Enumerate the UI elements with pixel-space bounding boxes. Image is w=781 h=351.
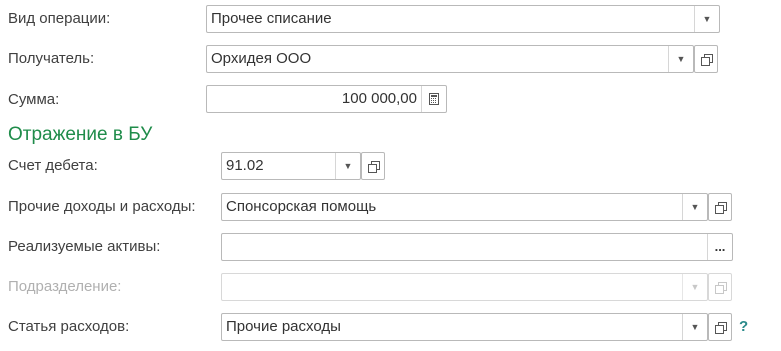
open-form-icon xyxy=(714,281,727,294)
chevron-down-icon: ▼ xyxy=(690,202,700,212)
chevron-down-icon: ▼ xyxy=(702,14,712,24)
open-form-icon xyxy=(367,160,380,173)
recipient-field[interactable]: Орхидея ООО ▼ xyxy=(206,45,694,73)
debit-account-label: Счет дебета: xyxy=(8,157,98,174)
recipient-open-button[interactable] xyxy=(694,45,718,73)
calculator-icon xyxy=(429,93,439,105)
division-dropdown-button: ▼ xyxy=(682,274,707,300)
open-form-icon xyxy=(714,201,727,214)
division-open-button xyxy=(708,273,732,301)
other-income-expenses-open-button[interactable] xyxy=(708,193,732,221)
expense-item-open-button[interactable] xyxy=(708,313,732,341)
division-field: ▼ xyxy=(221,273,708,301)
recipient-dropdown-button[interactable]: ▼ xyxy=(668,46,693,72)
operation-type-dropdown-button[interactable]: ▼ xyxy=(694,6,719,32)
other-income-expenses-dropdown-button[interactable]: ▼ xyxy=(682,194,707,220)
amount-field[interactable]: 100 000,00 xyxy=(206,85,447,113)
help-icon[interactable]: ? xyxy=(739,318,748,336)
division-label: Подразделение: xyxy=(8,278,122,295)
division-value xyxy=(222,274,682,300)
realized-assets-field[interactable]: ... xyxy=(221,233,733,261)
amount-calculator-button[interactable] xyxy=(421,86,446,112)
open-form-icon xyxy=(700,53,713,66)
recipient-value[interactable]: Орхидея ООО xyxy=(207,46,668,72)
chevron-down-icon: ▼ xyxy=(690,322,700,332)
debit-account-value[interactable]: 91.02 xyxy=(222,153,335,179)
open-form-icon xyxy=(714,321,727,334)
debit-account-dropdown-button[interactable]: ▼ xyxy=(335,153,360,179)
other-income-expenses-field[interactable]: Спонсорская помощь ▼ xyxy=(221,193,708,221)
section-title: Отражение в БУ xyxy=(8,124,153,145)
debit-account-field[interactable]: 91.02 ▼ xyxy=(221,152,361,180)
recipient-label: Получатель: xyxy=(8,50,95,67)
realized-assets-value[interactable] xyxy=(222,234,707,260)
expense-item-value[interactable]: Прочие расходы xyxy=(222,314,682,340)
other-income-expenses-label: Прочие доходы и расходы: xyxy=(8,198,196,215)
realized-assets-label: Реализуемые активы: xyxy=(8,238,161,255)
operation-type-label: Вид операции: xyxy=(8,10,111,27)
chevron-down-icon: ▼ xyxy=(690,282,700,292)
operation-type-field[interactable]: Прочее списание ▼ xyxy=(206,5,720,33)
debit-account-open-button[interactable] xyxy=(361,152,385,180)
expense-item-field[interactable]: Прочие расходы ▼ xyxy=(221,313,708,341)
expense-item-label: Статья расходов: xyxy=(8,318,130,335)
operation-type-value[interactable]: Прочее списание xyxy=(207,6,694,32)
chevron-down-icon: ▼ xyxy=(343,161,353,171)
amount-value[interactable]: 100 000,00 xyxy=(207,86,421,112)
chevron-down-icon: ▼ xyxy=(676,54,686,64)
ellipsis-icon: ... xyxy=(714,239,726,254)
expense-item-dropdown-button[interactable]: ▼ xyxy=(682,314,707,340)
realized-assets-select-button[interactable]: ... xyxy=(707,234,732,260)
document-form: Вид операции: Прочее списание ▼ Получате… xyxy=(0,0,781,351)
other-income-expenses-value[interactable]: Спонсорская помощь xyxy=(222,194,682,220)
amount-label: Сумма: xyxy=(8,91,60,108)
